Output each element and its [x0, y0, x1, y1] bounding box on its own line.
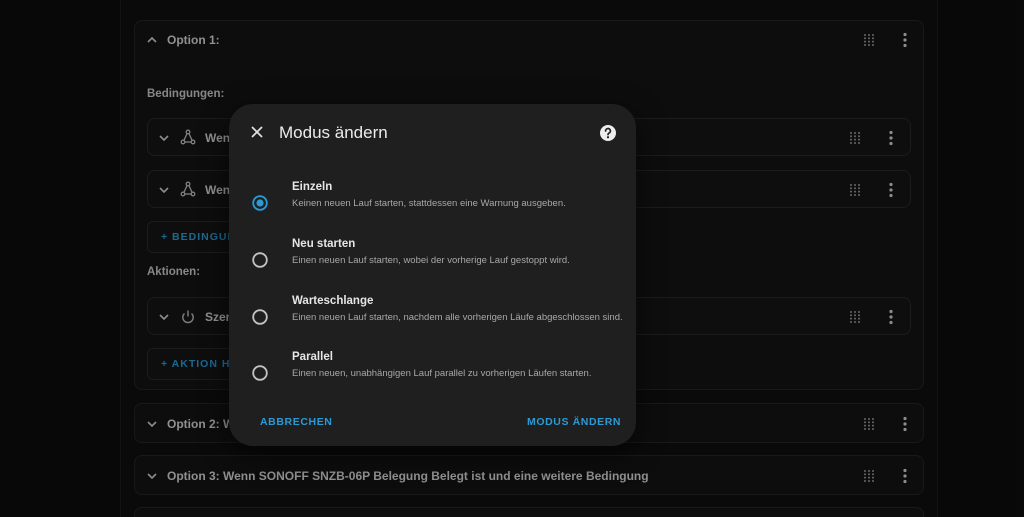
mode-option-label: Warteschlange	[292, 295, 374, 307]
mode-option-queued[interactable]: Warteschlange Einen neuen Lauf starten, …	[229, 295, 636, 339]
radio-unselected-icon[interactable]	[252, 365, 268, 381]
radio-unselected-icon[interactable]	[252, 309, 268, 325]
mode-option-description: Einen neuen Lauf starten, wobei der vorh…	[292, 255, 570, 266]
change-mode-dialog: Modus ändern Einzeln Keinen neuen Lauf s…	[229, 104, 636, 446]
mode-option-description: Einen neuen, unabhängigen Lauf parallel …	[292, 368, 592, 379]
mode-option-parallel[interactable]: Parallel Einen neuen, unabhängigen Lauf …	[229, 351, 636, 395]
mode-option-single[interactable]: Einzeln Keinen neuen Lauf starten, statt…	[229, 181, 636, 225]
change-mode-button[interactable]: MODUS ÄNDERN	[527, 416, 621, 428]
mode-option-restart[interactable]: Neu starten Einen neuen Lauf starten, wo…	[229, 238, 636, 282]
mode-option-description: Keinen neuen Lauf starten, stattdessen e…	[292, 198, 566, 209]
cancel-button[interactable]: ABBRECHEN	[260, 416, 333, 428]
automation-editor-page: Option 1: Bedingungen: Wenn Wenn + BEDIN…	[0, 0, 1024, 517]
help-circle-icon[interactable]	[599, 124, 617, 142]
mode-option-label: Parallel	[292, 351, 333, 363]
mode-option-description: Einen neuen Lauf starten, nachdem alle v…	[292, 312, 623, 323]
dialog-title: Modus ändern	[279, 123, 388, 142]
close-icon[interactable]	[249, 124, 265, 140]
mode-option-label: Neu starten	[292, 238, 356, 250]
radio-unselected-icon[interactable]	[252, 252, 268, 268]
radio-selected-icon[interactable]	[252, 195, 268, 211]
mode-option-label: Einzeln	[292, 181, 333, 193]
